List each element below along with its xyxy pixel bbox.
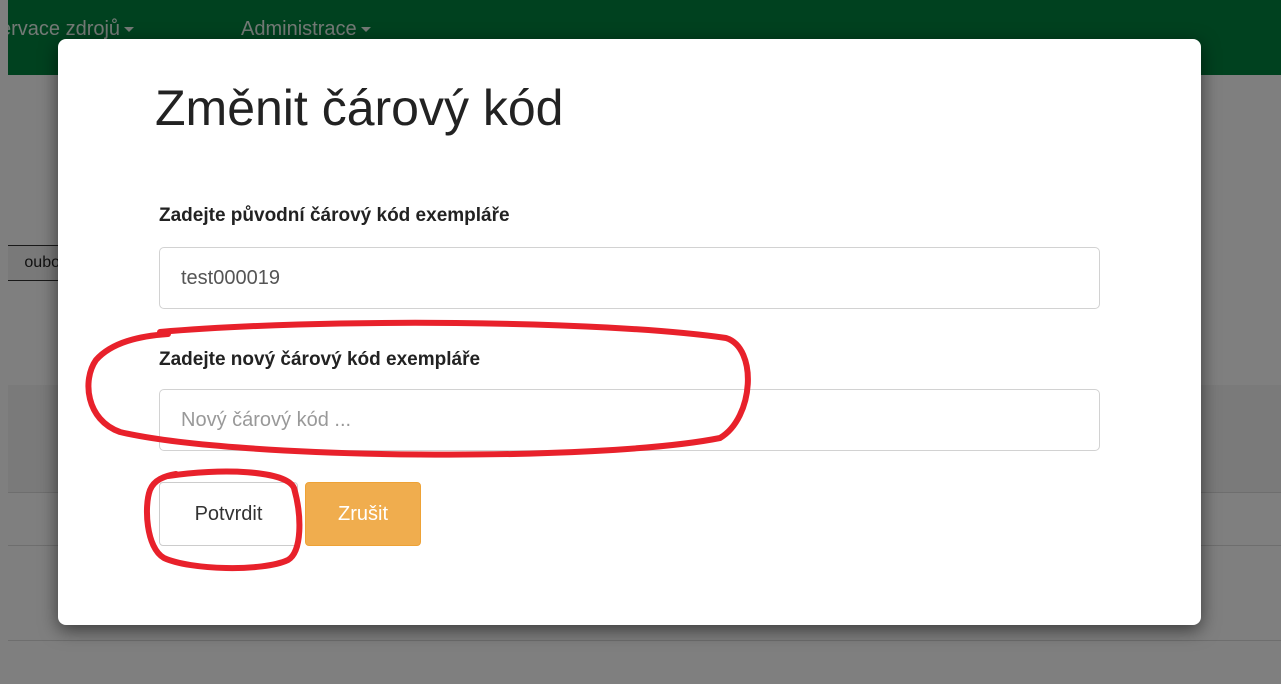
new-barcode-label: Zadejte nový čárový kód exempláře — [159, 349, 481, 370]
dialog-title: Změnit čárový kód — [155, 80, 564, 136]
original-barcode-label: Zadejte původní čárový kód exempláře — [159, 205, 510, 226]
change-barcode-dialog: Změnit čárový kód Zadejte původní čárový… — [58, 39, 1201, 625]
original-barcode-input[interactable] — [159, 247, 1100, 309]
confirm-button[interactable]: Potvrdit — [159, 482, 298, 546]
new-barcode-input[interactable] — [159, 389, 1100, 451]
cancel-button[interactable]: Zrušit — [305, 482, 421, 546]
